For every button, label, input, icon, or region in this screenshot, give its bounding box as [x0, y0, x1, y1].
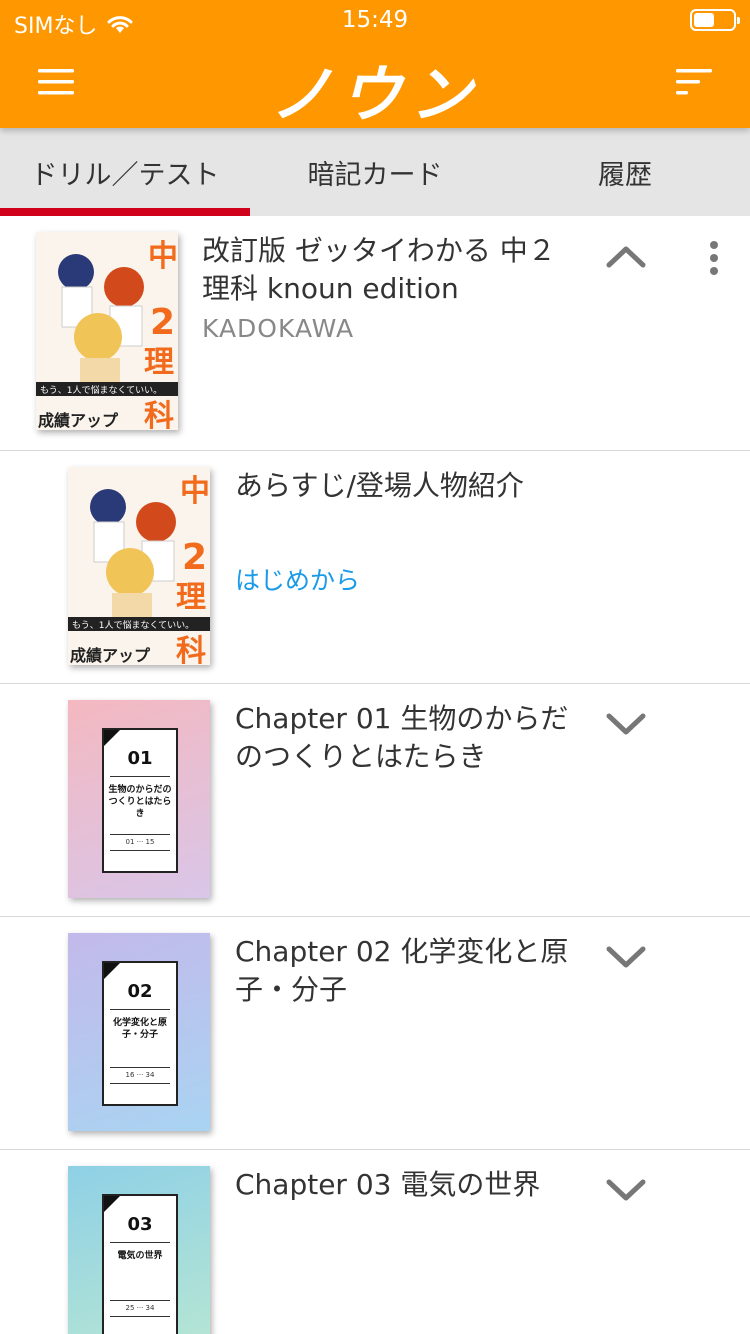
tab-label: 暗記カード: [307, 159, 443, 191]
chevron-down-icon: [606, 946, 646, 968]
book-cover-illustration: 中 2 理 もう、1人で悩まなくていい。 成績アップ 科: [36, 232, 178, 430]
book-cover: 中 2 理 もう、1人で悩まなくていい。 成績アップ 科: [36, 232, 178, 430]
collapse-button[interactable]: [600, 236, 652, 276]
start-from-beginning-link[interactable]: はじめから: [235, 561, 360, 597]
battery-icon: [690, 9, 740, 31]
chapter-cover: 03 電気の世界 25 ··· 34: [68, 1166, 210, 1334]
svg-text:成績アップ: 成績アップ: [38, 411, 119, 430]
svg-text:もう、1人で悩まなくていい。: もう、1人で悩まなくていい。: [40, 384, 162, 396]
chevron-down-icon: [606, 713, 646, 735]
chapter-title: Chapter 02 化学変化と原子・分子: [235, 935, 569, 1006]
chapter-pages: 16 ··· 34: [125, 1071, 155, 1079]
expand-button[interactable]: [600, 1170, 652, 1210]
tab-history[interactable]: 履歴: [500, 128, 750, 216]
svg-text:科: 科: [144, 399, 174, 430]
chapter-pages: 01 ··· 15: [125, 838, 155, 846]
status-time: 15:49: [341, 7, 409, 33]
chapter-card: 01 生物のからだのつくりとはたらき 01 ··· 15: [102, 728, 178, 873]
tab-drill-test[interactable]: ドリル／テスト: [0, 128, 250, 216]
chapter-title: Chapter 03 電気の世界: [235, 1168, 541, 1201]
tab-flashcards[interactable]: 暗記カード: [250, 128, 500, 216]
synopsis-row[interactable]: 中 2 理 もう、1人で悩まなくていい。 成績アップ 科 あらすじ/登場人物紹介…: [0, 451, 750, 684]
chapter-number: 01: [127, 748, 153, 769]
sort-icon: [676, 69, 712, 95]
book-row[interactable]: 中 2 理 もう、1人で悩まなくていい。 成績アップ 科 改訂版 ゼッタイわかる…: [0, 216, 750, 451]
svg-text:2: 2: [182, 537, 207, 578]
svg-text:中: 中: [148, 239, 178, 274]
svg-text:理: 理: [176, 580, 206, 615]
chapter-card: 03 電気の世界 25 ··· 34: [102, 1194, 178, 1334]
chapter-number: 02: [127, 981, 153, 1002]
book-publisher: KADOKAWA: [202, 314, 355, 343]
chapter-pages: 25 ··· 34: [125, 1304, 155, 1312]
svg-text:科: 科: [176, 634, 206, 665]
chapter-row[interactable]: 03 電気の世界 25 ··· 34 Chapter 03 電気の世界: [0, 1150, 750, 1334]
synopsis-cover: 中 2 理 もう、1人で悩まなくていい。 成績アップ 科: [68, 467, 210, 665]
app-logo: ノウン: [269, 58, 480, 131]
status-bar: SIMなし 15:49: [0, 0, 750, 40]
chevron-down-icon: [606, 1179, 646, 1201]
chapter-row[interactable]: 02 化学変化と原子・分子 16 ··· 34 Chapter 02 化学変化と…: [0, 917, 750, 1150]
tab-label: ドリル／テスト: [30, 159, 220, 191]
synopsis-title: あらすじ/登場人物紹介: [235, 469, 524, 502]
svg-text:理: 理: [144, 345, 174, 380]
app-header: SIMなし 15:49 ノウン: [0, 0, 750, 131]
svg-text:2: 2: [150, 302, 175, 343]
chapter-cover-title: 化学変化と原子・分子: [112, 1018, 167, 1040]
chapter-card: 02 化学変化と原子・分子 16 ··· 34: [102, 961, 178, 1106]
chapter-cover-title: 生物のからだのつくりとはたらき: [108, 785, 172, 819]
content-list: 中 2 理 もう、1人で悩まなくていい。 成績アップ 科 改訂版 ゼッタイわかる…: [0, 216, 750, 1334]
svg-text:成績アップ: 成績アップ: [70, 646, 151, 665]
chapter-cover: 02 化学変化と原子・分子 16 ··· 34: [68, 933, 210, 1131]
chapter-cover-title: 電気の世界: [117, 1251, 163, 1261]
book-cover-illustration: 中 2 理 もう、1人で悩まなくていい。 成績アップ 科: [68, 467, 210, 665]
expand-button[interactable]: [600, 704, 652, 744]
tab-bar: ドリル／テスト 暗記カード 履歴: [0, 128, 750, 216]
svg-text:もう、1人で悩まなくていい。: もう、1人で悩まなくていい。: [72, 619, 194, 631]
chapter-number: 03: [127, 1214, 153, 1235]
chapter-cover: 01 生物のからだのつくりとはたらき 01 ··· 15: [68, 700, 210, 898]
svg-text:中: 中: [180, 474, 210, 509]
chevron-up-icon: [606, 246, 646, 268]
book-title: 改訂版 ゼッタイわかる 中２理科 knoun edition: [202, 234, 556, 305]
chapter-title: Chapter 01 生物のからだのつくりとはたらき: [235, 702, 569, 773]
more-options-icon[interactable]: [694, 236, 734, 280]
sort-button[interactable]: [662, 52, 726, 112]
expand-button[interactable]: [600, 937, 652, 977]
app-bar: ノウン: [0, 40, 750, 131]
chapter-row[interactable]: 01 生物のからだのつくりとはたらき 01 ··· 15 Chapter 01 …: [0, 684, 750, 917]
tab-label: 履歴: [598, 159, 652, 191]
